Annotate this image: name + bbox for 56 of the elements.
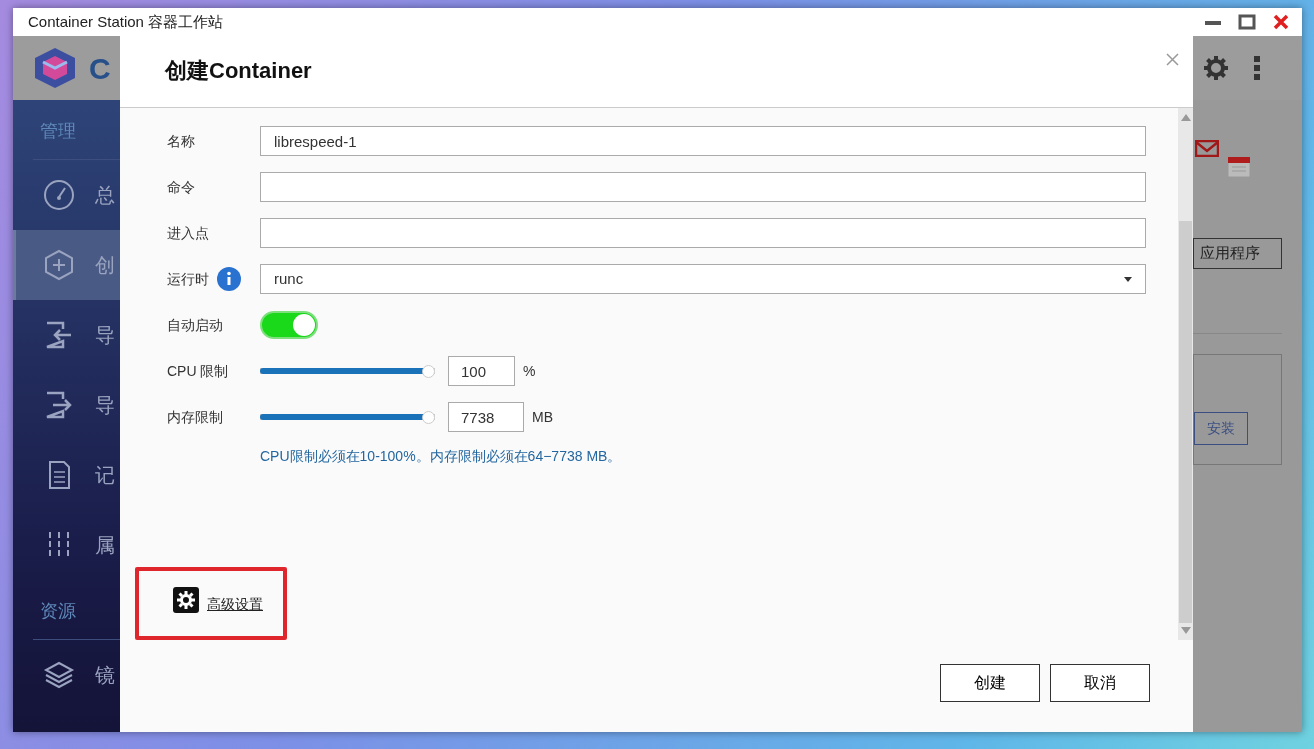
text-field[interactable]: librespeed-1 bbox=[260, 126, 1146, 156]
unit-label: MB bbox=[532, 407, 553, 427]
scrollbar[interactable] bbox=[1178, 108, 1193, 640]
hexagon-plus-icon bbox=[43, 249, 75, 281]
text-field[interactable] bbox=[260, 218, 1146, 248]
hint-text: CPU限制必须在10-100%。内存限制必须在64−7738 MB。 bbox=[260, 447, 623, 466]
sidebar-item[interactable]: 记 bbox=[13, 440, 120, 510]
text-field[interactable] bbox=[260, 172, 1146, 202]
caret-icon bbox=[1124, 276, 1132, 282]
logo-icon bbox=[33, 46, 77, 90]
sidebar-item[interactable]: 总 bbox=[13, 160, 120, 230]
dropdown-field[interactable]: runc bbox=[260, 264, 1146, 294]
slider-thumb[interactable] bbox=[422, 410, 435, 424]
toggle-switch[interactable] bbox=[260, 311, 318, 339]
sidebar-item-label: 记 bbox=[95, 463, 115, 488]
maximize-icon[interactable] bbox=[1238, 13, 1256, 31]
field-label: 自动启动 bbox=[167, 315, 223, 335]
settings-icon[interactable] bbox=[1203, 55, 1229, 81]
mail-icon bbox=[1195, 140, 1219, 157]
background-button[interactable]: 应用程序 bbox=[1193, 238, 1282, 269]
close-icon bbox=[1166, 52, 1179, 66]
field-label: 进入点 bbox=[167, 223, 209, 243]
sidebar-item-label: 属 bbox=[95, 533, 115, 558]
logo-text: C bbox=[89, 50, 111, 87]
sidebar-item[interactable]: 属 bbox=[13, 510, 120, 580]
sidebar-item-label: 总 bbox=[95, 183, 115, 208]
scroll-down-icon[interactable] bbox=[1180, 627, 1191, 634]
unit-label: % bbox=[523, 361, 536, 381]
dialog-title: 创建Container bbox=[165, 58, 312, 85]
field-label: 名称 bbox=[167, 131, 195, 151]
sidebar-item[interactable]: 导 bbox=[13, 370, 120, 440]
field-label: 运行时 bbox=[167, 269, 209, 289]
layers-icon bbox=[43, 659, 75, 691]
sidebar-item-label: 导 bbox=[95, 393, 115, 418]
scroll-up-icon[interactable] bbox=[1180, 114, 1191, 121]
settings-icon bbox=[173, 586, 199, 613]
sidebar-item[interactable]: 镜 bbox=[13, 640, 120, 710]
more-menu-icon[interactable] bbox=[1253, 55, 1261, 81]
slider-thumb[interactable] bbox=[422, 364, 435, 378]
field-label: CPU 限制 bbox=[167, 361, 229, 381]
sidebar-item-label: 镜 bbox=[95, 663, 115, 688]
number-field[interactable]: 100 bbox=[448, 356, 515, 386]
gauge-icon bbox=[43, 179, 75, 211]
info-icon[interactable] bbox=[217, 267, 241, 291]
field-label: 命令 bbox=[167, 177, 195, 197]
close-icon[interactable] bbox=[1272, 13, 1290, 31]
dialog-button[interactable]: 创建 bbox=[940, 664, 1040, 702]
sidebar-item[interactable]: 导 bbox=[13, 300, 120, 370]
window-title: Container Station 容器工作站 bbox=[28, 11, 224, 32]
sidebar-item-label: 创 bbox=[95, 253, 115, 278]
number-field[interactable]: 7738 bbox=[448, 402, 524, 432]
dialog-button[interactable]: 取消 bbox=[1050, 664, 1150, 702]
field-label: 内存限制 bbox=[167, 407, 223, 427]
calendar-icon bbox=[1227, 154, 1251, 178]
sidebar-item-label: 导 bbox=[95, 323, 115, 348]
advanced-settings-link[interactable]: 高级设置 bbox=[207, 594, 263, 615]
